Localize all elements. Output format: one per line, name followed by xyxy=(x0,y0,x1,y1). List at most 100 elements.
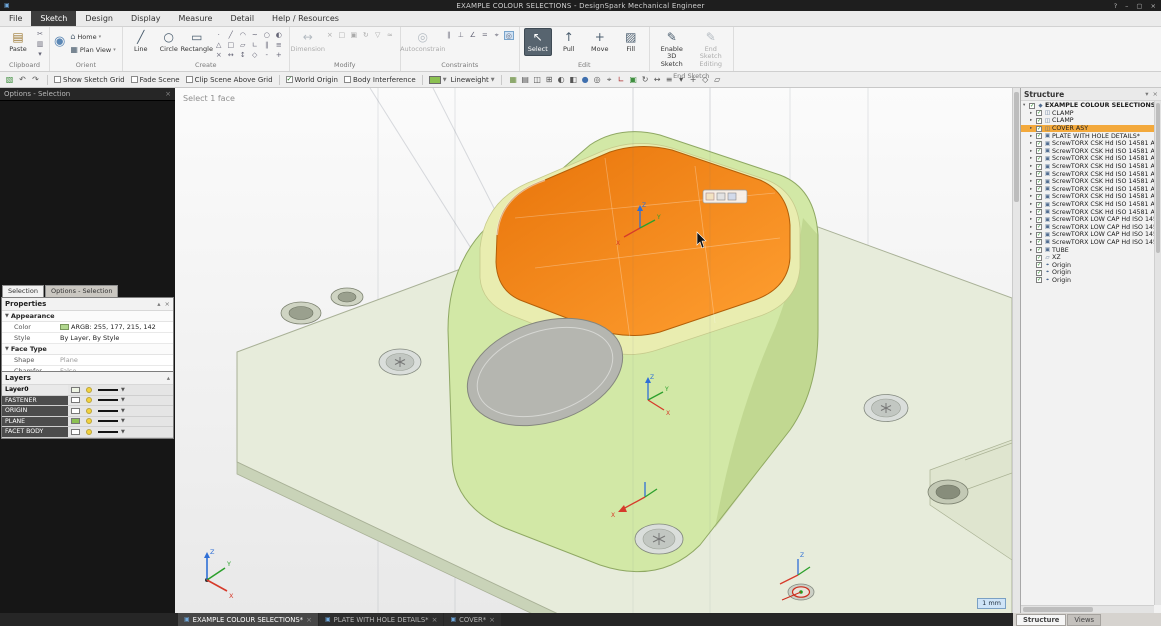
toolbar-display-option[interactable]: Body Interference xyxy=(344,76,416,84)
checkbox[interactable] xyxy=(286,76,293,83)
sketch-tool-icon[interactable]: ╱ xyxy=(226,31,236,40)
sketch-tool-icon[interactable]: + xyxy=(274,51,284,60)
torx-screw[interactable] xyxy=(635,524,683,554)
layer-visibility-bulb-icon[interactable] xyxy=(86,387,92,393)
toolbar-icon[interactable]: ▣ xyxy=(628,75,639,85)
maximize-button[interactable]: ▢ xyxy=(1136,2,1142,10)
structure-tree-item[interactable]: ▸ ✓ ▣ PLATE WITH HOLE DETAILS* xyxy=(1021,132,1161,140)
structure-tree-item[interactable]: ▸ ✓ ▣ ScrewTORX LOW CAP Hd ISO 14580 M3 xyxy=(1021,216,1161,224)
tree-visibility-checkbox[interactable]: ✓ xyxy=(1036,118,1042,124)
layer-visibility-bulb-icon[interactable] xyxy=(86,429,92,435)
tree-visibility-checkbox[interactable]: ✓ xyxy=(1036,247,1042,253)
panel-header-icon[interactable]: ▾ xyxy=(1145,90,1148,98)
tree-visibility-checkbox[interactable]: ✓ xyxy=(1036,186,1042,192)
modify-tool-icon[interactable]: □ xyxy=(337,31,347,40)
property-row-style[interactable]: Style By Layer, By Style xyxy=(2,333,173,344)
layer-row[interactable]: FACET BODY ▼ xyxy=(2,427,173,438)
edit-tool-button[interactable]: ↑ Pull xyxy=(555,28,583,56)
tree-visibility-checkbox[interactable]: ✓ xyxy=(1036,255,1042,261)
clipboard-tool-icon[interactable]: ▥ xyxy=(35,40,45,49)
tree-visibility-checkbox[interactable]: ✓ xyxy=(1036,148,1042,154)
layer-color-dropdown[interactable]: ▼ xyxy=(429,76,447,84)
ribbon-tab[interactable]: Help / Resources xyxy=(263,11,348,26)
toolbar-icon[interactable]: + xyxy=(688,75,699,85)
chevron-down-icon[interactable]: ▼ xyxy=(121,397,125,403)
sketch-tool-icon[interactable]: ○ xyxy=(262,31,272,40)
modify-tool-icon[interactable]: ≈ xyxy=(385,31,395,40)
structure-tree-item[interactable]: ▸ ✓ ▣ ScrewTORX LOW CAP Hd ISO 14580 M3 xyxy=(1021,224,1161,232)
tree-visibility-checkbox[interactable]: ✓ xyxy=(1036,164,1042,170)
structure-tree-item[interactable]: ▸ ✓ ▣ ScrewTORX CSK Hd ISO 14581 A2 M2 5 xyxy=(1021,163,1161,171)
layer-row[interactable]: PLANE ▼ xyxy=(2,417,173,428)
ribbon-tab[interactable]: Measure xyxy=(169,11,221,26)
ribbon-tab[interactable]: Display xyxy=(122,11,170,26)
toolbar-checkbox-option[interactable]: Clip Scene Above Grid xyxy=(186,76,273,84)
tree-visibility-checkbox[interactable]: ✓ xyxy=(1036,110,1042,116)
modify-tool-icon[interactable]: × xyxy=(325,31,335,40)
tree-visibility-checkbox[interactable]: ✓ xyxy=(1036,209,1042,215)
autoconstrain-button[interactable]: ◎ Autoconstrain xyxy=(405,28,441,56)
help-button[interactable]: ? xyxy=(1114,2,1117,10)
paste-button[interactable]: ▤ Paste xyxy=(4,28,32,56)
structure-tree-item[interactable]: ▸ ✓ ▣ ScrewTORX CSK Hd ISO 14581 A2 M2 5 xyxy=(1021,140,1161,148)
toolbar-icon[interactable]: ◐ xyxy=(556,75,567,85)
sketch-tool-icon[interactable]: ↕ xyxy=(238,51,248,60)
ribbon-tab[interactable]: Design xyxy=(76,11,122,26)
layer-color-swatch[interactable] xyxy=(71,408,80,414)
constraint-tool-icon[interactable]: ∥ xyxy=(444,31,454,40)
modify-tool-icon[interactable]: ▣ xyxy=(349,31,359,40)
sketch-tool-icon[interactable]: ▱ xyxy=(238,41,248,50)
clipboard-tool-icon[interactable]: ✂ xyxy=(35,30,45,39)
dimension-button[interactable]: ↔ Dimension xyxy=(294,28,322,56)
toolbar-icon[interactable]: ⊞ xyxy=(544,75,555,85)
3d-viewport[interactable]: Z Y X Z Y X X xyxy=(175,88,1012,613)
constraint-tool-icon[interactable]: ∠ xyxy=(468,31,478,40)
layer-row[interactable]: Layer0 ▼ xyxy=(2,385,173,396)
document-tab[interactable]: ▣ PLATE WITH HOLE DETAILS* × xyxy=(319,613,443,626)
sketch-tool-icon[interactable]: ~ xyxy=(250,31,260,40)
checkbox[interactable] xyxy=(131,76,138,83)
toolbar-checkbox-option[interactable]: Fade Scene xyxy=(131,76,180,84)
panel-header-icon[interactable]: × xyxy=(1153,90,1158,98)
sketch-tool-icon[interactable]: × xyxy=(214,51,224,60)
close-panel-icon[interactable]: × xyxy=(165,90,171,98)
sketch-tool-icon[interactable]: · xyxy=(214,31,224,40)
tree-visibility-checkbox[interactable]: ✓ xyxy=(1036,179,1042,185)
tree-visibility-checkbox[interactable]: ✓ xyxy=(1036,239,1042,245)
toolbar-icon[interactable]: ◫ xyxy=(532,75,543,85)
structure-tree-item[interactable]: ▸ ✓ ◫ CLAMP xyxy=(1021,110,1161,118)
end-sketch-button[interactable]: ✎ End Sketch Editing xyxy=(693,28,729,71)
tree-visibility-checkbox[interactable]: ✓ xyxy=(1036,262,1042,268)
sketch-tool-icon[interactable]: □ xyxy=(226,41,236,50)
property-row-color[interactable]: Color ARGB: 255, 177, 215, 142 xyxy=(2,322,173,333)
sketch-create-button[interactable]: ▭ Rectangle xyxy=(183,28,211,56)
tree-visibility-checkbox[interactable]: ✓ xyxy=(1036,133,1042,139)
toolbar-icon[interactable]: ↔ xyxy=(652,75,663,85)
chevron-down-icon[interactable]: ▼ xyxy=(121,387,125,393)
viewport-scrollbar-vertical[interactable] xyxy=(1012,88,1020,613)
constraint-tool-icon[interactable]: = xyxy=(480,31,490,40)
minimize-button[interactable]: – xyxy=(1125,2,1128,10)
orient-sphere-icon[interactable]: ◉ xyxy=(54,28,65,49)
sketch-tool-icon[interactable]: ∥ xyxy=(262,41,272,50)
structure-tree-item[interactable]: ▾ ✓ ◆ EXAMPLE COLOUR SELECTIONS* xyxy=(1021,102,1161,110)
scrollbar-thumb[interactable] xyxy=(1023,607,1093,612)
tree-visibility-checkbox[interactable]: ✓ xyxy=(1036,270,1042,276)
close-tab-icon[interactable]: × xyxy=(432,616,438,624)
toolbar-icon[interactable]: ↻ xyxy=(640,75,651,85)
layer-linestyle-preview[interactable] xyxy=(98,420,118,422)
toolbar-icon[interactable]: ▱ xyxy=(712,75,723,85)
layer-color-swatch[interactable] xyxy=(71,429,80,435)
constraint-tool-icon[interactable]: ⌖ xyxy=(492,31,502,40)
structure-tree-item[interactable]: ✓ ▱ XZ xyxy=(1021,254,1161,262)
sketch-tool-icon[interactable]: △ xyxy=(214,41,224,50)
sketch-create-button[interactable]: ╱ Line xyxy=(127,28,155,56)
toolbar-icon[interactable]: ▾ xyxy=(676,75,687,85)
clipboard-tool-icon[interactable]: ▾ xyxy=(35,50,45,59)
document-tab[interactable]: ▣ COVER* × xyxy=(444,613,501,626)
tree-visibility-checkbox[interactable]: ✓ xyxy=(1036,171,1042,177)
end-sketch-button[interactable]: ✎ Enable 3D Sketch xyxy=(654,28,690,71)
ribbon-tab[interactable]: Sketch xyxy=(31,11,76,26)
structure-tree-item[interactable]: ▸ ✓ ▣ ScrewTORX CSK Hd ISO 14581 A2 M2 5 xyxy=(1021,186,1161,194)
panel-tab[interactable]: Views xyxy=(1067,614,1101,626)
